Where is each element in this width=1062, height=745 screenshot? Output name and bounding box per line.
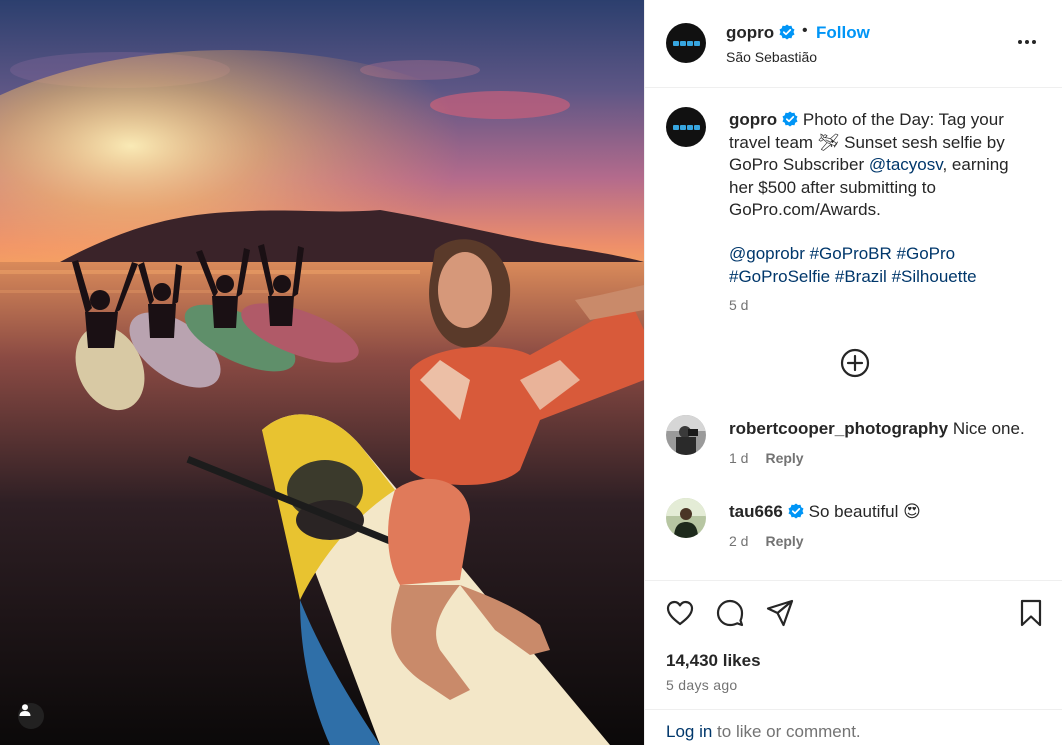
login-prompt-rest: to like or comment. (712, 722, 861, 741)
verified-badge-icon (782, 111, 798, 127)
comment-body: So beautiful 😍 (808, 502, 921, 521)
heart-icon[interactable] (665, 598, 695, 628)
gopro-avatar[interactable] (666, 23, 706, 63)
verified-badge-icon (779, 24, 795, 40)
verified-badge-icon (788, 503, 804, 519)
person-icon (19, 704, 31, 716)
comment-item: robertcooper_photography Nice one. 1 d Re… (645, 415, 1062, 475)
post-date[interactable]: 5 days ago (666, 677, 738, 693)
post-author[interactable]: gopro (726, 23, 795, 43)
comment-body: Nice one. (952, 419, 1025, 438)
hashtag-link[interactable]: #GoProBR (810, 244, 892, 263)
sunset-paddleboard-illustration (0, 50, 644, 745)
login-prompt-text: Log in to like or comment. (666, 722, 861, 742)
photographer-avatar-image (666, 415, 706, 455)
bookmark-icon[interactable] (1016, 598, 1046, 628)
post-author-name[interactable]: gopro (726, 23, 774, 42)
post-details-panel: gopro • Follow São Sebastião gopro Photo… (644, 0, 1062, 745)
post-header: gopro • Follow São Sebastião (645, 0, 1062, 88)
caption-text: gopro Photo of the Day: Tag your travel … (729, 109, 1029, 222)
commenter-avatar[interactable] (666, 498, 706, 538)
comment-time[interactable]: 1 d (729, 450, 748, 466)
hashtag-link[interactable]: #GoProSelfie (729, 267, 830, 286)
gopro-logo-icon (672, 124, 700, 130)
tagged-users-button[interactable] (18, 703, 44, 729)
hashtag-list: @goprobr #GoProBR #GoPro #GoProSelfie #B… (729, 243, 1029, 288)
caption-username[interactable]: gopro (729, 110, 777, 129)
caption-timestamp[interactable]: 5 d (729, 297, 748, 313)
comment-meta: 2 d Reply (729, 533, 804, 549)
login-link[interactable]: Log in (666, 722, 712, 741)
commenter-avatar[interactable] (666, 415, 706, 455)
more-options-icon[interactable] (1015, 32, 1039, 52)
comment-username[interactable]: tau666 (729, 502, 783, 521)
post-actions: 14,430 likes 5 days ago Log in to like o… (645, 580, 1062, 745)
caption-mention-link[interactable]: @tacyosv (869, 155, 943, 174)
post-location[interactable]: São Sebastião (726, 49, 817, 65)
reply-button[interactable]: Reply (765, 450, 803, 466)
comment-text: tau666 So beautiful 😍 (729, 502, 921, 522)
hashtag-link[interactable]: #Brazil (835, 267, 887, 286)
follow-button[interactable]: Follow (816, 23, 870, 43)
comment-time[interactable]: 2 d (729, 533, 748, 549)
comment-username[interactable]: robertcooper_photography (729, 419, 948, 438)
share-icon[interactable] (765, 598, 795, 628)
caption-avatar[interactable] (666, 107, 706, 147)
comment-icon[interactable] (715, 598, 745, 628)
header-separator: • (802, 22, 808, 39)
hashtag-link[interactable]: #GoPro (897, 244, 956, 263)
gopro-logo-icon (672, 40, 700, 46)
comment-text: robertcooper_photography Nice one. (729, 419, 1025, 439)
hashtag-link[interactable]: @goprobr (729, 244, 805, 263)
load-more-comments-icon[interactable] (839, 347, 871, 379)
comment-item: tau666 So beautiful 😍 2 d Reply (645, 498, 1062, 558)
hashtag-link[interactable]: #Silhouette (892, 267, 977, 286)
login-prompt: Log in to like or comment. (645, 709, 1062, 745)
tau666-avatar-image (666, 498, 706, 538)
like-count[interactable]: 14,430 likes (666, 651, 761, 671)
post-photo[interactable] (0, 0, 644, 745)
reply-button[interactable]: Reply (765, 533, 803, 549)
comment-meta: 1 d Reply (729, 450, 804, 466)
